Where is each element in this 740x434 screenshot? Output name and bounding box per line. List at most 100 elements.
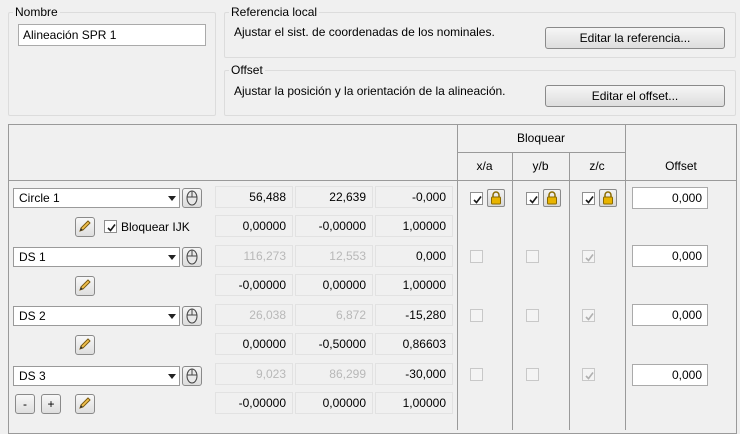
- col-header-offset: Offset: [665, 159, 697, 173]
- bloquear-header: Bloquear: [516, 131, 566, 145]
- lock-zc-checkbox[interactable]: [582, 250, 595, 263]
- i-value: -0,00000: [215, 274, 293, 296]
- pencil-icon: [79, 279, 91, 291]
- edit-button[interactable]: [75, 394, 95, 414]
- element-select-value: Circle 1: [19, 191, 60, 205]
- lock-yb-checkbox[interactable]: [526, 368, 539, 381]
- lock-yb-checkbox[interactable]: [526, 192, 539, 205]
- lock-zc-checkbox[interactable]: [582, 192, 595, 205]
- element-select[interactable]: DS 2: [13, 306, 180, 326]
- j-value: -0,00000: [295, 215, 373, 237]
- chevron-down-icon: [168, 196, 176, 201]
- k-value: 0,86603: [375, 333, 453, 355]
- bloquear-subheader-divider: [457, 152, 625, 153]
- z-value: 0,000: [375, 245, 453, 267]
- k-value: 1,00000: [375, 392, 453, 414]
- pick-element-button[interactable]: [182, 306, 202, 326]
- element-select-value: DS 2: [19, 309, 46, 323]
- col-divider-yb: [569, 152, 570, 430]
- col-header-zc: z/c: [589, 159, 605, 173]
- z-value: -15,280: [375, 304, 453, 326]
- offset-label: Offset: [229, 63, 265, 77]
- y-value: 6,872: [295, 304, 373, 326]
- offset-input[interactable]: 0,000: [632, 304, 708, 326]
- check-icon: [473, 196, 482, 204]
- col-header-xa: x/a: [476, 159, 493, 173]
- bloquear-ijk-checkbox[interactable]: [104, 220, 117, 233]
- check-icon: [529, 196, 538, 204]
- x-value: 9,023: [215, 363, 293, 385]
- lock-yb-button[interactable]: [543, 189, 561, 207]
- lock-icon: [547, 191, 557, 205]
- mouse-icon: [186, 249, 198, 265]
- pick-element-button[interactable]: [182, 188, 202, 208]
- referencia-description: Ajustar el sist. de coordenadas de los n…: [234, 25, 495, 39]
- edit-offset-button[interactable]: Editar el offset...: [545, 85, 725, 107]
- element-select[interactable]: DS 3: [13, 366, 180, 386]
- mouse-icon: [186, 368, 198, 384]
- z-value: -30,000: [375, 363, 453, 385]
- x-value: 56,488: [215, 186, 293, 208]
- i-value: -0,00000: [215, 392, 293, 414]
- mouse-icon: [186, 308, 198, 324]
- mouse-icon: [186, 190, 198, 206]
- element-select-value: DS 1: [19, 250, 46, 264]
- j-value: -0,50000: [295, 333, 373, 355]
- add-row-button[interactable]: +: [41, 394, 61, 414]
- edit-button[interactable]: [75, 276, 95, 296]
- k-value: 1,00000: [375, 274, 453, 296]
- bloquear-ijk-label: Bloquear IJK: [121, 220, 190, 234]
- x-value: 26,038: [215, 304, 293, 326]
- i-value: 0,00000: [215, 333, 293, 355]
- edit-button[interactable]: [75, 335, 95, 355]
- lock-xa-checkbox[interactable]: [470, 368, 483, 381]
- check-icon: [107, 224, 116, 232]
- lock-yb-checkbox[interactable]: [526, 309, 539, 322]
- lock-xa-checkbox[interactable]: [470, 192, 483, 205]
- lock-xa-checkbox[interactable]: [470, 250, 483, 263]
- check-icon: [585, 196, 594, 204]
- lock-icon: [603, 191, 613, 205]
- pencil-icon: [79, 397, 91, 409]
- check-icon: [585, 313, 594, 321]
- y-value: 12,553: [295, 245, 373, 267]
- nombre-input[interactable]: Alineación SPR 1: [18, 24, 206, 46]
- element-select[interactable]: Circle 1: [13, 188, 180, 208]
- offset-input[interactable]: 0,000: [632, 364, 708, 386]
- y-value: 86,299: [295, 363, 373, 385]
- check-icon: [585, 372, 594, 380]
- offset-input[interactable]: 0,000: [632, 245, 708, 267]
- lock-xa-checkbox[interactable]: [470, 309, 483, 322]
- remove-row-button[interactable]: -: [15, 394, 35, 414]
- check-icon: [585, 254, 594, 262]
- element-select[interactable]: DS 1: [13, 247, 180, 267]
- x-value: 116,273: [215, 245, 293, 267]
- lock-xa-button[interactable]: [487, 189, 505, 207]
- y-value: 22,639: [295, 186, 373, 208]
- referencia-label: Referencia local: [229, 5, 320, 19]
- col-divider-xa: [512, 152, 513, 430]
- lock-yb-checkbox[interactable]: [526, 250, 539, 263]
- chevron-down-icon: [168, 255, 176, 260]
- pick-element-button[interactable]: [182, 366, 202, 386]
- offset-input[interactable]: 0,000: [632, 187, 708, 209]
- z-value: -0,000: [375, 186, 453, 208]
- chevron-down-icon: [168, 374, 176, 379]
- lock-zc-checkbox[interactable]: [582, 309, 595, 322]
- lock-zc-checkbox[interactable]: [582, 368, 595, 381]
- pencil-icon: [79, 220, 91, 232]
- chevron-down-icon: [168, 314, 176, 319]
- edit-reference-button[interactable]: Editar la referencia...: [545, 27, 725, 49]
- lock-zc-button[interactable]: [599, 189, 617, 207]
- edit-button[interactable]: [75, 217, 95, 237]
- element-select-value: DS 3: [19, 369, 46, 383]
- col-header-yb: y/b: [532, 159, 549, 173]
- nombre-label: Nombre: [13, 5, 60, 19]
- lock-icon: [491, 191, 501, 205]
- pick-element-button[interactable]: [182, 247, 202, 267]
- k-value: 1,00000: [375, 215, 453, 237]
- j-value: 0,00000: [295, 274, 373, 296]
- pencil-icon: [79, 338, 91, 350]
- offset-description: Ajustar la posición y la orientación de …: [234, 84, 506, 98]
- j-value: 0,00000: [295, 392, 373, 414]
